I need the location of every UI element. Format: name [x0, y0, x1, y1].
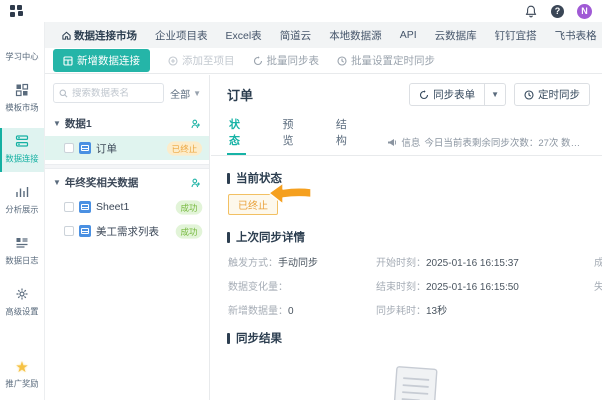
- table-row-sheet1[interactable]: Sheet1 成功: [45, 195, 209, 219]
- megaphone-icon: [387, 138, 397, 147]
- action-toolbar: 新增数据连接 添加至项目 批量同步表 批量设置定时同步: [45, 48, 602, 74]
- tab-enterprise-project[interactable]: 企业项目表: [146, 25, 217, 46]
- table-plus-icon: [63, 56, 73, 66]
- help-icon[interactable]: ?: [551, 5, 564, 18]
- promo-star-icon: ★: [0, 358, 44, 376]
- avatar[interactable]: N: [577, 4, 592, 19]
- row-status-badge: 成功: [176, 224, 203, 238]
- sidebar-item-template-market[interactable]: 模板市场: [0, 77, 44, 121]
- sidebar-item-learning-center[interactable]: 学习中心: [0, 44, 44, 70]
- field-sync-duration: 同步耗时：13秒: [376, 302, 594, 317]
- row-checkbox[interactable]: [64, 226, 74, 236]
- sidebar-item-data-log[interactable]: 数据日志: [0, 230, 44, 274]
- plus-circle-icon: [168, 56, 178, 66]
- tab-jiandaoyun[interactable]: 简道云: [271, 25, 321, 46]
- row-checkbox[interactable]: [64, 143, 74, 153]
- data-log-icon: [0, 236, 44, 252]
- field-trigger-mode: 触发方式：手动同步: [228, 254, 376, 269]
- row-checkbox[interactable]: [64, 202, 74, 212]
- tab-dingtalk-yida[interactable]: 钉钉宜搭: [486, 25, 546, 46]
- page-title: 订单: [227, 85, 409, 104]
- row-status-badge: 成功: [176, 200, 203, 214]
- sidebar-item-label: 数据连接: [2, 153, 42, 165]
- sync-icon: [419, 90, 429, 100]
- sidebar-item-label: 数据日志: [2, 255, 42, 267]
- field-failed-connections: 失败连接：0: [594, 278, 602, 293]
- group-header-data1[interactable]: ▼ 数据1: [45, 110, 209, 136]
- tab-local-datasource[interactable]: 本地数据源: [320, 25, 391, 46]
- tab-preview[interactable]: 预览: [280, 110, 299, 155]
- add-to-project-button[interactable]: 添加至项目: [168, 53, 235, 68]
- tab-feishu-sheet[interactable]: 飞书表格: [546, 25, 602, 46]
- schedule-sync-button[interactable]: 定时同步: [514, 83, 590, 106]
- data-connection-icon: [0, 134, 44, 150]
- clock-icon: [524, 90, 534, 100]
- template-market-icon: [0, 83, 44, 99]
- filter-dropdown[interactable]: 全部▼: [170, 86, 201, 101]
- sidebar-item-label: 学习中心: [2, 51, 42, 63]
- topbar: ? N: [0, 0, 602, 22]
- search-icon: [59, 89, 68, 98]
- tab-status[interactable]: 状态: [227, 110, 246, 155]
- sync-result-empty-state: 同步已终止，下次将按数据变化量继续同步数据: [227, 346, 586, 400]
- info-label: 信息: [401, 135, 420, 149]
- connector-tabbar: 数据连接市场 企业项目表 Excel表 简道云 本地数据源 API 云数据库 钉…: [45, 22, 602, 48]
- sidebar-item-analysis[interactable]: 分析展示: [0, 179, 44, 223]
- main-panel: 订单 同步表单 ▼ 定时同步 状态 预览 结构 信息 今日当前表剩余同步次数：2…: [211, 75, 602, 400]
- sidebar-item-promo-rewards[interactable]: ★ 推广奖励: [0, 358, 44, 400]
- chevron-down-icon: ▼: [193, 89, 201, 98]
- tab-cloud-db[interactable]: 云数据库: [426, 25, 486, 46]
- search-box[interactable]: [53, 83, 164, 103]
- sidebar-item-label: 分析展示: [2, 204, 42, 216]
- sync-options-chevron-icon[interactable]: ▼: [485, 83, 506, 106]
- batch-sync-button[interactable]: 批量同步表: [253, 53, 320, 68]
- table-row-dingdan[interactable]: 订单 已终止: [45, 136, 209, 160]
- sync-circle-icon: [253, 56, 263, 66]
- settings-gear-icon: [0, 287, 44, 303]
- section-last-sync-details: 上次同步详情: [227, 229, 586, 245]
- table-row-design-requests[interactable]: 美工需求列表 成功: [45, 219, 209, 243]
- group-action-icon[interactable]: [191, 178, 201, 188]
- batch-schedule-sync-button[interactable]: 批量设置定时同步: [337, 53, 435, 68]
- clock-icon: [337, 56, 347, 66]
- sync-detail-fields: 触发方式：手动同步 开始时刻：2025-01-16 16:15:37 成功连接：…: [228, 254, 586, 317]
- field-data-change-amount: 数据变化量：: [228, 278, 376, 293]
- table-list-panel: 全部▼ ▼ 数据1 订单 已终止 ▼ 年终奖相关数据 Sheet1 成功 美工需…: [45, 75, 210, 400]
- tab-data-market[interactable]: 数据连接市场: [53, 25, 146, 46]
- field-success-connections: 成功连接：0: [594, 254, 602, 269]
- sidebar-item-settings[interactable]: 高级设置: [0, 281, 44, 325]
- tab-structure[interactable]: 结构: [334, 110, 353, 155]
- tab-api[interactable]: API: [391, 26, 426, 44]
- row-status-badge: 已终止: [167, 141, 202, 155]
- section-sync-result: 同步结果: [227, 330, 586, 346]
- sync-quota-info: 信息 今日当前表剩余同步次数：27次 数据同步完成时间：202...: [387, 135, 586, 155]
- sidebar-item-label: 高级设置: [2, 306, 42, 318]
- notification-bell-icon[interactable]: [524, 4, 538, 18]
- empty-document-illustration: [363, 362, 451, 400]
- sheet-file-icon: [79, 225, 91, 237]
- sidebar: 学习中心 模板市场 数据连接 分析展示 数据日志 高级设置 ★ 推广奖励: [0, 22, 45, 400]
- sync-form-button[interactable]: 同步表单: [409, 83, 485, 106]
- group-action-icon[interactable]: [191, 119, 201, 129]
- new-data-connection-button[interactable]: 新增数据连接: [53, 49, 150, 72]
- search-input[interactable]: [72, 88, 158, 99]
- group-collapse-icon: ▼: [53, 178, 61, 187]
- apps-grid-icon[interactable]: [10, 5, 23, 18]
- sidebar-item-label: 推广奖励: [2, 378, 42, 390]
- group-collapse-icon: ▼: [53, 119, 61, 128]
- field-start-time: 开始时刻：2025-01-16 16:15:37: [376, 254, 594, 269]
- sidebar-item-data-connection[interactable]: 数据连接: [0, 128, 44, 172]
- sheet-file-icon: [79, 142, 91, 154]
- tab-excel[interactable]: Excel表: [217, 25, 271, 46]
- annotation-arrow-icon: [267, 180, 313, 206]
- field-new-data-amount: 新增数据量：0: [228, 302, 376, 317]
- detail-tabs: 状态 预览 结构 信息 今日当前表剩余同步次数：27次 数据同步完成时间：202…: [211, 110, 602, 156]
- analysis-chart-icon: [0, 185, 44, 201]
- home-icon: [62, 31, 71, 40]
- group-header-yearend[interactable]: ▼ 年终奖相关数据: [45, 169, 209, 195]
- field-end-time: 结束时刻：2025-01-16 16:15:50: [376, 278, 594, 293]
- sheet-file-icon: [79, 201, 91, 213]
- sidebar-item-label: 模板市场: [2, 102, 42, 114]
